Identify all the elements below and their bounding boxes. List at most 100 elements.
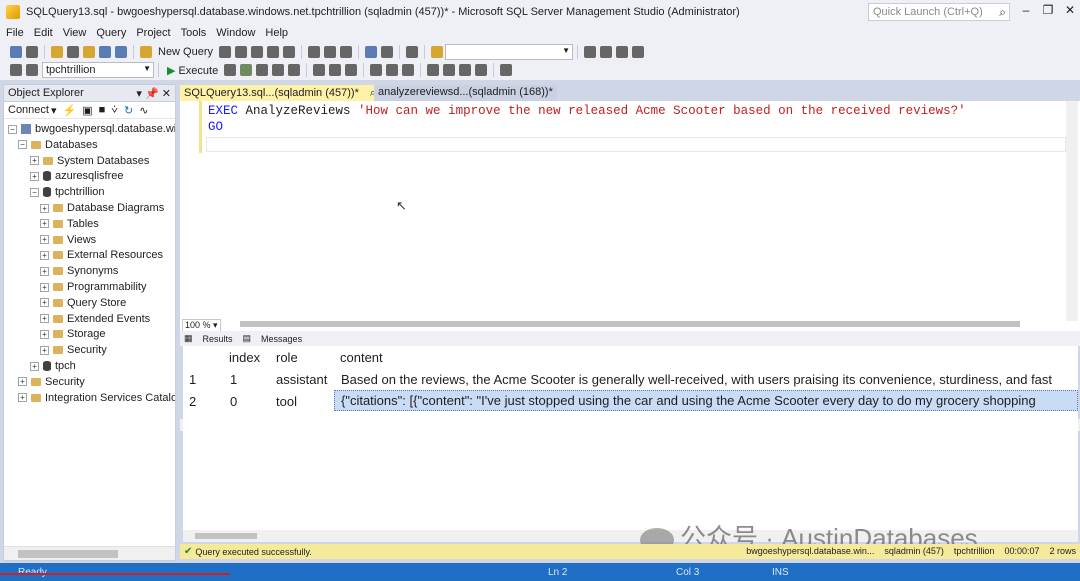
stop-icon[interactable]: ■ [99, 104, 106, 116]
menu-window[interactable]: Window [216, 27, 255, 39]
properties-icon[interactable] [584, 46, 597, 58]
tools-icon[interactable] [600, 46, 613, 58]
editor-code[interactable]: EXEC AnalyzeReviews 'How can we improve … [208, 103, 966, 135]
restore-button[interactable]: ❐ [1038, 3, 1058, 21]
new-query-icon[interactable] [140, 46, 152, 58]
expand-icon[interactable]: + [40, 329, 49, 339]
database-selector[interactable]: tpchtrillion ▼ [42, 62, 154, 78]
tree-node[interactable]: − tpchtrillion [30, 186, 105, 198]
query-editor[interactable]: EXEC AnalyzeReviews 'How can we improve … [180, 101, 1080, 431]
expand-icon[interactable]: + [40, 203, 49, 213]
scrollbar-thumb[interactable] [240, 321, 1020, 327]
menu-help[interactable]: Help [265, 27, 288, 39]
save-all-icon[interactable] [115, 46, 127, 58]
back-icon[interactable] [10, 46, 22, 58]
parse-icon[interactable] [240, 64, 253, 76]
tab-analyzereviews[interactable]: analyzereviewsd...(sqladmin (168))* [374, 85, 557, 101]
client-stats-icon[interactable] [345, 64, 358, 76]
toolbox-icon[interactable] [616, 46, 629, 58]
tree-node[interactable]: + tpch [30, 360, 76, 372]
filter-icon[interactable]: ⩒ [111, 104, 118, 117]
vertical-scrollbar[interactable] [1066, 101, 1078, 321]
horizontal-scrollbar[interactable] [4, 546, 175, 560]
column-header-content[interactable]: content [340, 350, 383, 365]
results-grid-icon[interactable] [386, 64, 399, 76]
expand-icon[interactable]: + [40, 345, 49, 355]
quick-launch-input[interactable]: Quick Launch (Ctrl+Q) ⌕ [868, 3, 1010, 21]
tree-node[interactable]: + System Databases [30, 155, 149, 167]
tree-node[interactable]: + Programmability [40, 281, 146, 293]
tree-node[interactable]: + Storage [40, 328, 106, 340]
chevron-down-icon[interactable]: ▾ [136, 88, 142, 100]
tree-node[interactable]: + azuresqlisfree [30, 170, 123, 182]
window-icon[interactable] [632, 46, 645, 58]
tree-node[interactable]: + Integration Services Catalogs [18, 392, 175, 404]
scrollbar-thumb[interactable] [195, 533, 257, 539]
tree-node[interactable]: + External Resources [40, 249, 163, 261]
close-button[interactable]: ✕ [1060, 3, 1080, 21]
query-icon[interactable] [267, 46, 280, 58]
cell-index[interactable]: 0 [230, 394, 237, 409]
activity-icon[interactable]: ∿ [139, 104, 148, 117]
query-icon[interactable] [283, 46, 296, 58]
scrollbar-thumb[interactable] [18, 550, 118, 558]
copy-icon[interactable] [324, 46, 337, 58]
outdent-icon[interactable] [459, 64, 472, 76]
menu-project[interactable]: Project [136, 27, 170, 39]
cell-content[interactable]: Based on the reviews, the Acme Scooter i… [341, 372, 1052, 387]
expand-icon[interactable]: + [18, 393, 27, 403]
uncomment-icon[interactable] [443, 64, 456, 76]
row-number[interactable]: 2 [189, 394, 196, 409]
save-icon[interactable] [99, 46, 111, 58]
results-text-icon[interactable] [370, 64, 383, 76]
query-icon[interactable] [235, 46, 248, 58]
tree-node[interactable]: + Security [18, 376, 85, 388]
results-file-icon[interactable] [402, 64, 415, 76]
selected-cell[interactable]: {"citations": [{"content": "I've just st… [334, 390, 1078, 411]
live-stats-icon[interactable] [329, 64, 342, 76]
tree-node[interactable]: − bwgoeshypersql.database.windo [8, 123, 175, 135]
tab-sqlquery13[interactable]: SQLQuery13.sql...(sqladmin (457))* ⌕ ✕ [180, 85, 396, 101]
add-item-icon[interactable] [67, 46, 79, 58]
tree-node[interactable]: − Databases [18, 139, 98, 151]
connect-icon[interactable]: ⚡ [63, 104, 77, 117]
query-options-icon[interactable] [272, 64, 285, 76]
connect-icon[interactable] [10, 64, 22, 76]
new-query-button[interactable]: New Query [158, 46, 213, 58]
open-file-icon[interactable] [83, 46, 95, 58]
paste-icon[interactable] [340, 46, 353, 58]
query-icon[interactable] [251, 46, 264, 58]
tree-node[interactable]: + Database Diagrams [40, 202, 164, 214]
new-project-icon[interactable] [51, 46, 63, 58]
minimize-button[interactable]: – [1016, 3, 1036, 21]
cell-role[interactable]: tool [276, 394, 297, 409]
chevron-down-icon[interactable]: ▾ [51, 104, 57, 117]
tab-messages[interactable]: Messages [261, 334, 302, 344]
expand-icon[interactable]: + [18, 377, 27, 387]
find-combo[interactable]: ▼ [445, 44, 574, 60]
expand-icon[interactable]: + [40, 235, 49, 245]
find-icon[interactable] [406, 46, 419, 58]
expand-icon[interactable]: + [30, 361, 39, 371]
indent-icon[interactable] [475, 64, 488, 76]
expand-icon[interactable]: + [30, 171, 39, 181]
undo-icon[interactable] [365, 46, 378, 58]
display-plan-icon[interactable] [256, 64, 269, 76]
collapse-icon[interactable]: − [30, 187, 39, 197]
collapse-icon[interactable]: − [18, 140, 27, 150]
template-icon[interactable] [500, 64, 513, 76]
tree-node[interactable]: + Views [40, 234, 96, 246]
execute-button[interactable]: ▶ Execute [167, 64, 218, 77]
menu-file[interactable]: File [6, 27, 24, 39]
forward-icon[interactable] [26, 46, 38, 58]
expand-icon[interactable]: + [30, 156, 39, 166]
collapse-icon[interactable]: − [8, 124, 17, 134]
menu-tools[interactable]: Tools [181, 27, 207, 39]
tree-node[interactable]: + Tables [40, 218, 99, 230]
refresh-icon[interactable]: ↻ [124, 104, 133, 117]
intellisense-icon[interactable] [288, 64, 301, 76]
tree-node[interactable]: + Query Store [40, 297, 126, 309]
expand-icon[interactable]: + [40, 314, 49, 324]
menu-edit[interactable]: Edit [34, 27, 53, 39]
expand-icon[interactable]: + [40, 282, 49, 292]
